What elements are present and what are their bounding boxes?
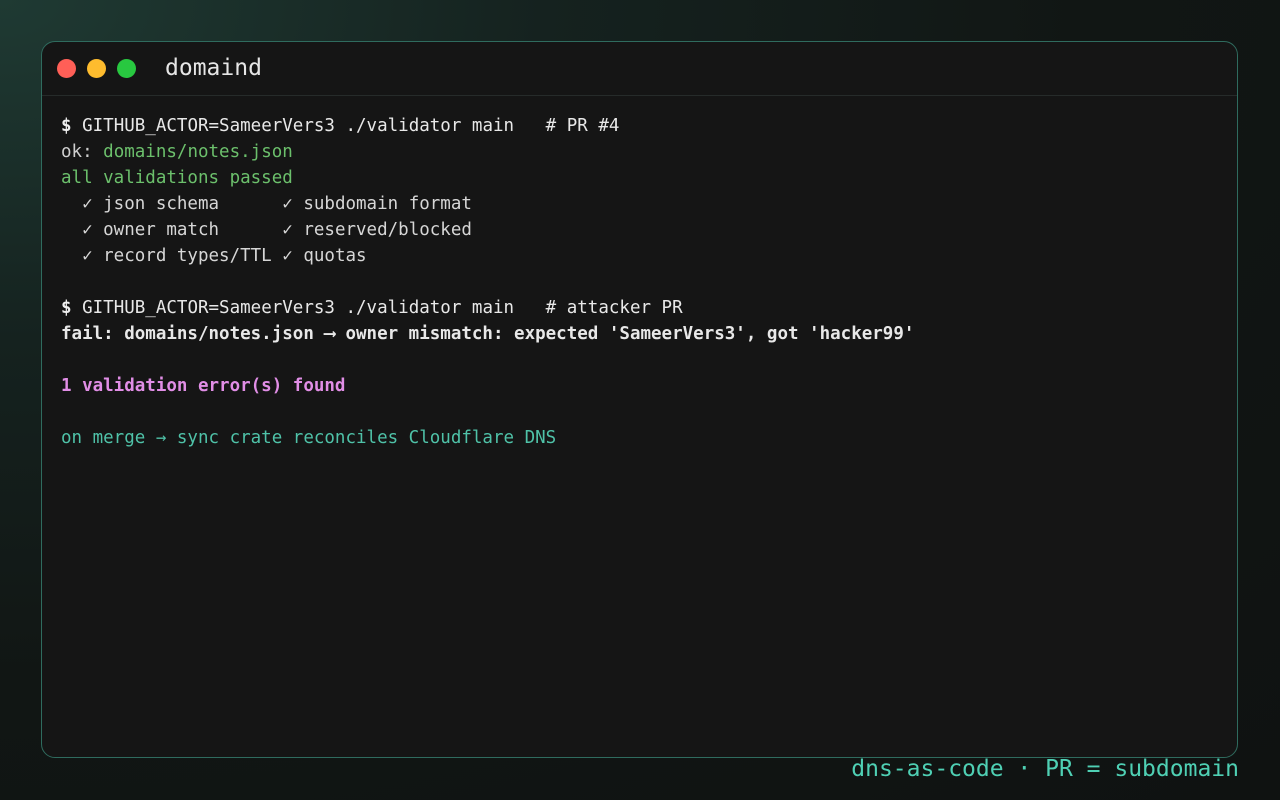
check-row: ✓ owner match ✓ reserved/blocked (61, 217, 1237, 243)
check-row: ✓ json schema ✓ subdomain format (61, 191, 1237, 217)
validations-passed-line: all validations passed (61, 168, 293, 188)
check-item: ✓ subdomain format (282, 194, 472, 214)
command-line-2: $ GITHUB_ACTOR=SameerVers3 ./validator m… (61, 295, 1237, 321)
terminal-window: domaind $ GITHUB_ACTOR=SameerVers3 ./val… (41, 41, 1238, 758)
check-item: ✓ reserved/blocked (282, 220, 472, 240)
check-row: ✓ record types/TTL ✓ quotas (61, 243, 1237, 269)
fail-line: fail: domains/notes.json ⟶ owner mismatc… (61, 324, 915, 344)
ok-prefix: ok: (61, 142, 104, 162)
check-item: ✓ quotas (282, 246, 367, 266)
command-text: GITHUB_ACTOR=SameerVers3 ./validator mai… (71, 116, 620, 136)
footer-caption: dns-as-code · PR = subdomain (851, 756, 1239, 782)
check-item: ✓ owner match (61, 220, 283, 240)
merge-note-line: on merge → sync crate reconciles Cloudfl… (61, 428, 557, 448)
minimize-window-icon[interactable] (87, 59, 106, 78)
prompt-symbol: $ (61, 298, 72, 318)
command-line-1: $ GITHUB_ACTOR=SameerVers3 ./validator m… (61, 113, 1237, 139)
check-item: ✓ json schema (61, 194, 283, 214)
check-item: ✓ record types/TTL (61, 246, 283, 266)
window-title: domaind (165, 55, 262, 81)
maximize-window-icon[interactable] (117, 59, 136, 78)
close-window-icon[interactable] (57, 59, 76, 78)
error-summary-line: 1 validation error(s) found (61, 376, 346, 396)
window-titlebar: domaind (42, 42, 1237, 96)
ok-line: ok: domains/notes.json (61, 139, 1237, 165)
ok-path: domains/notes.json (103, 142, 293, 162)
command-text: GITHUB_ACTOR=SameerVers3 ./validator mai… (71, 298, 683, 318)
terminal-output: $ GITHUB_ACTOR=SameerVers3 ./validator m… (42, 96, 1237, 451)
prompt-symbol: $ (61, 116, 72, 136)
